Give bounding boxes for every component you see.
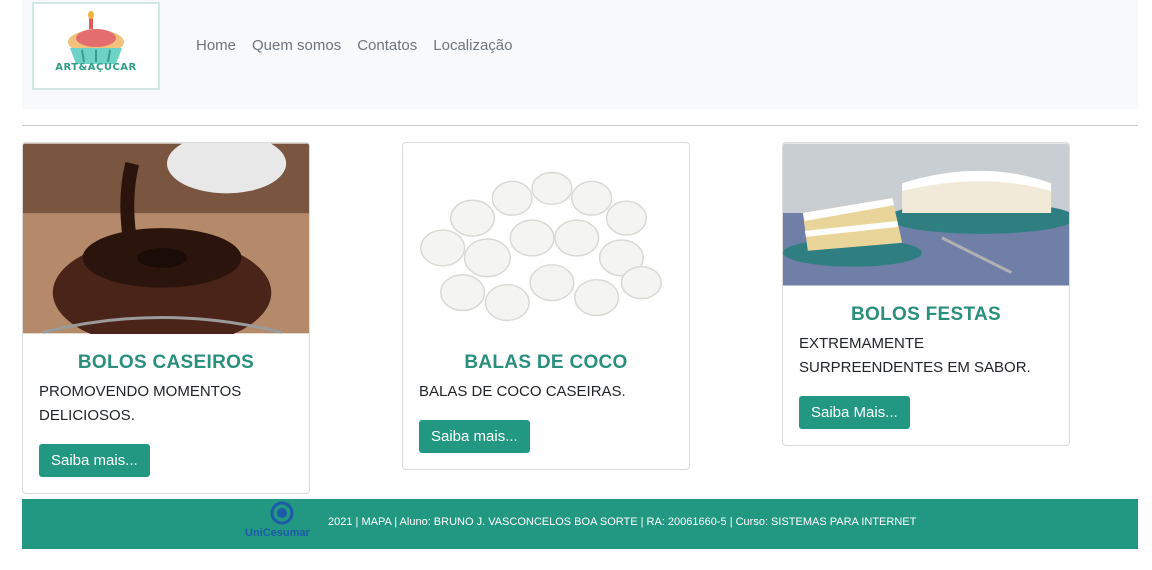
nav-localizacao[interactable]: Localização: [433, 37, 512, 54]
chocolate-cake-image: [23, 143, 309, 334]
nav-home[interactable]: Home: [196, 37, 236, 54]
brand-logo[interactable]: ART&AÇUCAR: [32, 2, 160, 90]
brand-logo-text: ART&AÇUCAR: [55, 62, 137, 73]
card-bolos-caseiros: BOLOS CASEIROS PROMOVENDO MOMENTOS DELIC…: [22, 142, 310, 494]
saiba-mais-button[interactable]: Saiba mais...: [419, 420, 530, 453]
navbar: ART&AÇUCAR Home Quem somos Contatos Loca…: [22, 0, 1138, 109]
cupcake-icon: [68, 11, 124, 64]
saiba-mais-button[interactable]: Saiba mais...: [39, 444, 150, 477]
card-title: BALAS DE COCO: [464, 352, 628, 373]
card-bolos-festas: BOLOS FESTAS EXTREMAMENTE SURPREENDENTES…: [782, 142, 1070, 446]
coconut-cake-image: [783, 143, 1069, 286]
card-text: BALAS DE COCO CASEIRAS.: [419, 383, 626, 400]
unicesumar-logo: UniCesumar: [245, 501, 317, 545]
card-text: PROMOVENDO MOMENTOS DELICIOSOS.: [39, 383, 242, 424]
unicesumar-emblem-icon: [270, 501, 294, 525]
card-balas-de-coco: BALAS DE COCO BALAS DE COCO CASEIRAS. Sa…: [402, 142, 690, 470]
card-title: BOLOS CASEIROS: [77, 352, 255, 373]
unicesumar-logo-text: UniCesumar: [245, 527, 310, 539]
footer-text: 2021 | MAPA | Aluno: BRUNO J. VASCONCELO…: [328, 516, 917, 528]
nav-contatos[interactable]: Contatos: [357, 37, 417, 54]
nav-links: Home Quem somos Contatos Localização: [196, 37, 512, 54]
nav-quem-somos[interactable]: Quem somos: [252, 37, 341, 54]
footer: UniCesumar 2021 | MAPA | Aluno: BRUNO J.…: [22, 499, 1138, 549]
coconut-candy-image: [403, 143, 689, 334]
saiba-mais-button[interactable]: Saiba Mais...: [799, 396, 910, 429]
card-title: BOLOS FESTAS: [851, 304, 1001, 325]
divider: [22, 125, 1138, 126]
card-text: EXTREMAMENTE SURPREENDENTES EM SABOR.: [799, 335, 1031, 376]
